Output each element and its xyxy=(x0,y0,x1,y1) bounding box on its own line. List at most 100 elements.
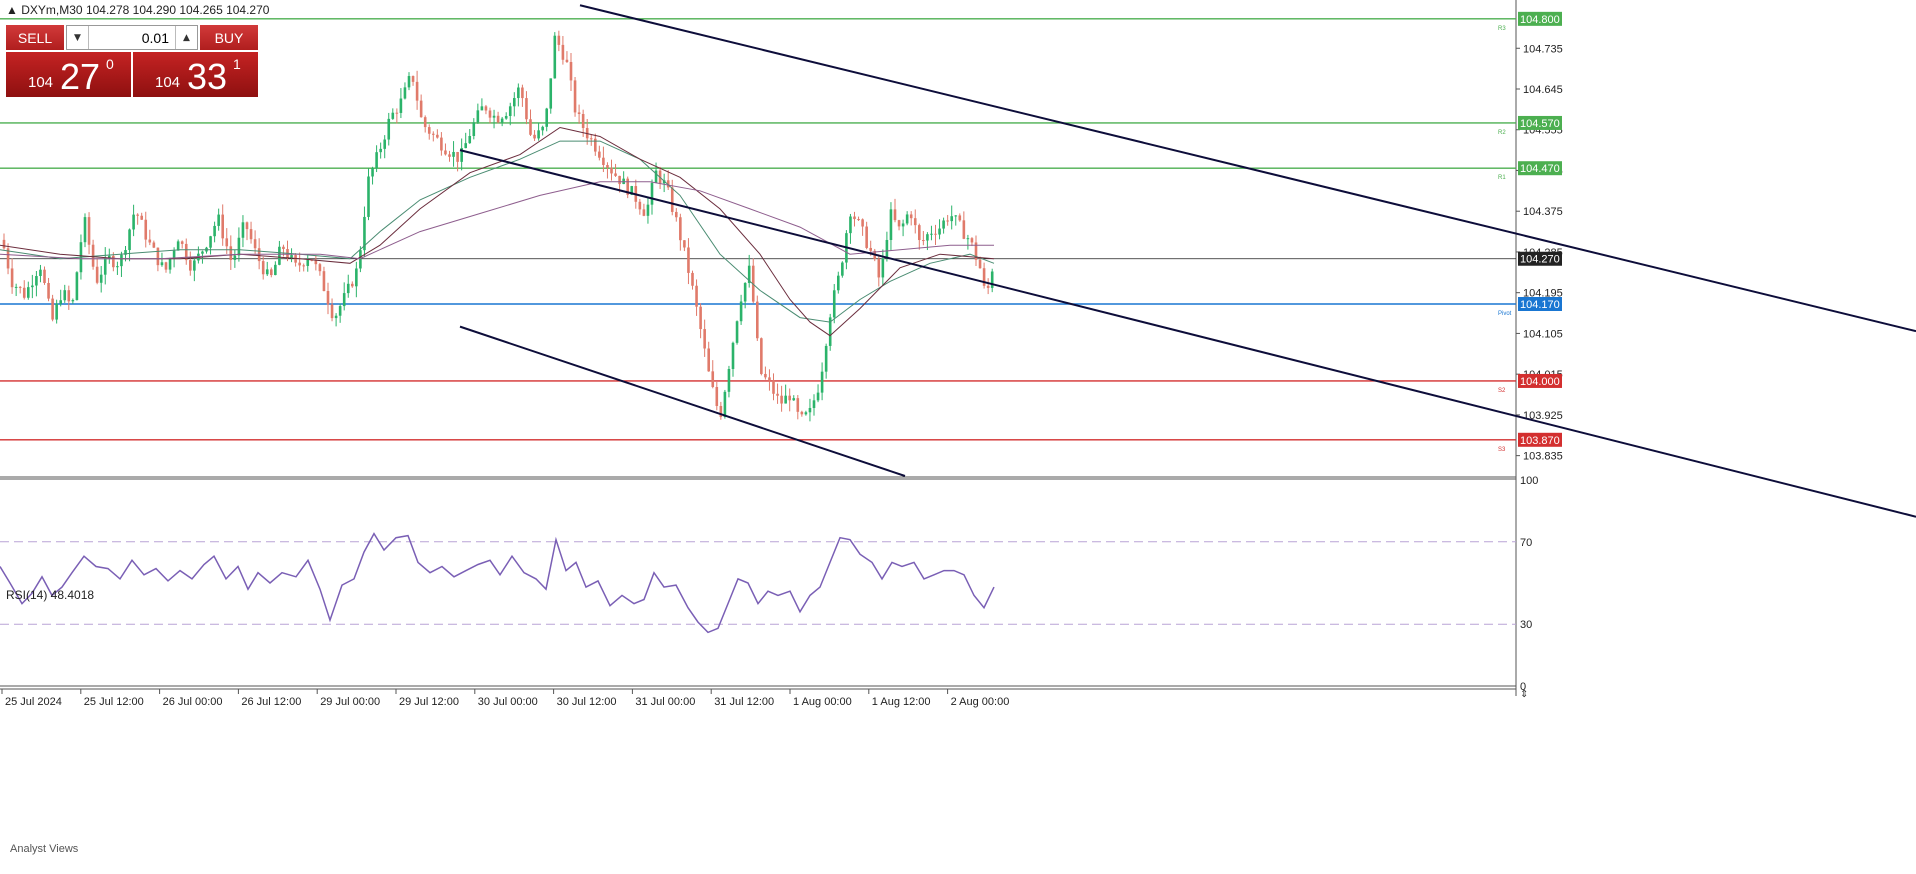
candle-body xyxy=(237,237,241,256)
candle-body xyxy=(383,139,386,149)
candle-body xyxy=(265,269,269,275)
bullish-candle xyxy=(55,299,58,324)
bearish-candle xyxy=(893,198,897,223)
analyst-views-tab[interactable]: Analyst Views xyxy=(10,843,78,855)
candle-body xyxy=(500,118,504,123)
candle-body xyxy=(905,214,909,224)
bullish-candle xyxy=(108,248,111,264)
bearish-candle xyxy=(95,258,99,285)
bullish-candle xyxy=(804,410,808,416)
sell-price-quote[interactable]: 104 27 0 xyxy=(6,52,131,97)
candle-body xyxy=(10,268,14,288)
level-price-label: 104.170 xyxy=(1520,299,1560,311)
bearish-candle xyxy=(140,212,143,221)
bullish-candle xyxy=(290,248,293,263)
chart-canvas[interactable]: 104.735104.645104.555104.465104.375104.2… xyxy=(0,0,1916,874)
bullish-candle xyxy=(346,274,350,298)
bullish-candle xyxy=(930,225,933,241)
bullish-candle xyxy=(391,108,395,120)
candle-body xyxy=(39,269,42,277)
lot-size-input[interactable] xyxy=(91,28,173,47)
candle-body xyxy=(695,285,698,307)
candle-body xyxy=(407,76,411,88)
bearish-candle xyxy=(419,94,423,118)
candle-body xyxy=(529,119,532,135)
level-tag: S2 xyxy=(1498,388,1506,394)
bullish-candle xyxy=(132,204,135,237)
bullish-candle xyxy=(379,142,382,159)
candle-body xyxy=(241,222,245,238)
candle-body xyxy=(703,329,706,349)
bullish-candle xyxy=(541,125,544,136)
candle-body xyxy=(756,301,759,339)
bullish-candle xyxy=(492,109,496,129)
candle-body xyxy=(318,264,322,272)
bearish-candle xyxy=(756,295,759,342)
candle-body xyxy=(99,274,103,283)
bullish-candle xyxy=(841,261,844,278)
candle-body xyxy=(792,398,796,401)
lot-increase-button[interactable]: ▲ xyxy=(175,26,197,49)
x-tick-label: 1 Aug 00:00 xyxy=(793,696,852,708)
lot-decrease-button[interactable]: ▼ xyxy=(67,26,89,49)
candle-body xyxy=(966,238,970,240)
level-price-label: 104.470 xyxy=(1520,163,1560,175)
sell-button[interactable]: SELL xyxy=(6,25,64,50)
bearish-candle xyxy=(719,401,723,420)
candle-body xyxy=(306,259,310,266)
candle-body xyxy=(517,87,520,99)
x-tick-label: 25 Jul 2024 xyxy=(5,696,62,708)
bearish-candle xyxy=(164,261,168,273)
candle-body xyxy=(152,242,156,248)
buy-price-big: 33 xyxy=(187,56,228,97)
bearish-candle xyxy=(606,162,609,179)
bullish-candle xyxy=(39,264,42,283)
bearish-candle xyxy=(760,337,763,376)
candle-body xyxy=(144,219,148,240)
bullish-candle xyxy=(508,102,512,126)
candle-body xyxy=(788,395,791,401)
buy-button[interactable]: BUY xyxy=(200,25,258,50)
bullish-candle xyxy=(334,313,338,327)
candle-body xyxy=(132,214,135,230)
candle-body xyxy=(897,220,901,227)
buy-price-quote[interactable]: 104 33 1 xyxy=(133,52,258,97)
candle-body xyxy=(351,283,354,287)
bullish-candle xyxy=(472,118,476,140)
bullish-candle xyxy=(480,98,484,111)
candle-body xyxy=(537,130,540,139)
bullish-candle xyxy=(832,284,836,324)
bullish-candle xyxy=(205,246,208,254)
candle-body xyxy=(326,291,330,305)
bearish-candle xyxy=(91,239,95,270)
channel-line xyxy=(459,325,906,477)
candle-body xyxy=(302,265,305,267)
bearish-candle xyxy=(484,104,488,115)
bearish-candle xyxy=(330,298,334,322)
candle-body xyxy=(589,138,593,140)
candle-body xyxy=(881,258,885,278)
candle-body xyxy=(59,300,62,304)
collapse-arrow-icon[interactable]: ▲ xyxy=(6,3,18,17)
candle-body xyxy=(986,285,990,288)
sell-price-prefix: 104 xyxy=(28,74,54,91)
bullish-candle xyxy=(517,83,520,107)
bearish-candle xyxy=(557,30,561,52)
bearish-candle xyxy=(249,221,253,244)
candle-body xyxy=(391,112,395,119)
candle-body xyxy=(958,215,962,221)
candle-body xyxy=(849,216,852,234)
bullish-candle xyxy=(371,166,374,185)
chart-ohlc: 104.278 104.290 104.265 104.270 xyxy=(85,3,270,17)
sell-price-sup: 0 xyxy=(106,56,114,72)
bullish-candle xyxy=(460,138,463,171)
candle-body xyxy=(75,272,79,301)
candle-body xyxy=(841,262,844,276)
bullish-candle xyxy=(889,202,893,251)
price-tick-label: 104.735 xyxy=(1523,43,1563,55)
bullish-candle xyxy=(367,168,370,221)
candle-body xyxy=(423,117,427,128)
bullish-candle xyxy=(950,205,953,230)
candle-body xyxy=(650,182,654,205)
bullish-candle xyxy=(338,303,342,323)
